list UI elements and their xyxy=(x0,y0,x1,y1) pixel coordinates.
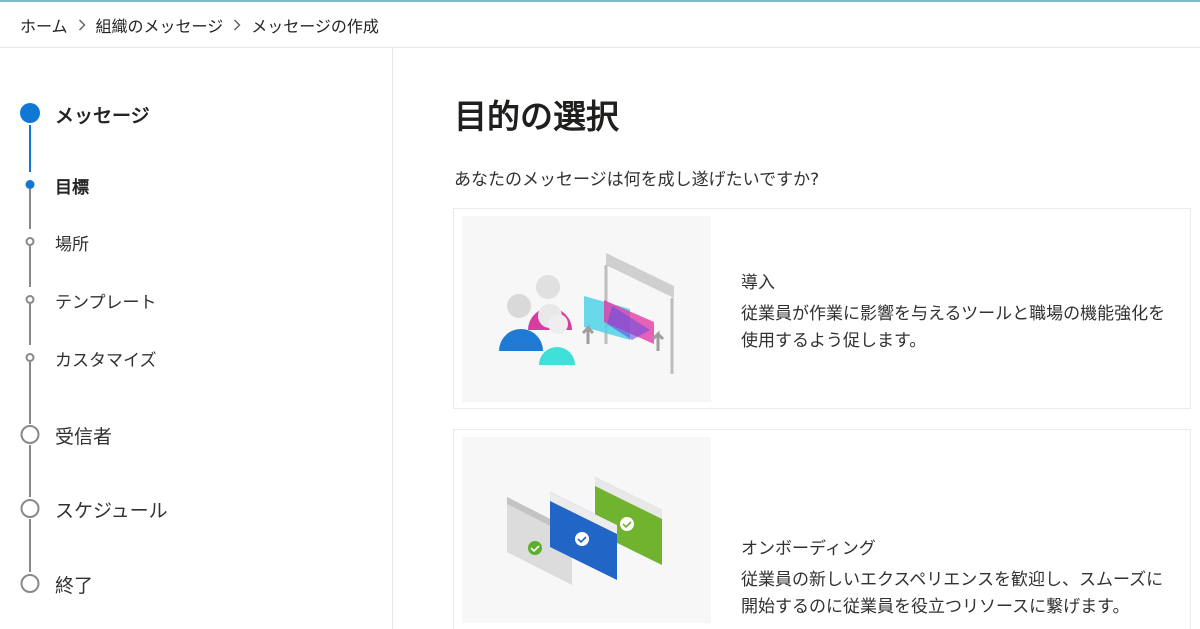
step-label: 終了 xyxy=(55,575,94,597)
breadcrumb-home[interactable]: ホーム xyxy=(20,13,68,37)
step-connector xyxy=(29,445,31,497)
step-connector xyxy=(29,304,31,345)
step-label: テンプレート xyxy=(55,293,157,313)
step-connector xyxy=(29,519,31,572)
step-connector xyxy=(29,246,31,287)
purpose-card-adoption[interactable]: 導入 従業員が作業に影響を与えるツールと職場の機能強化を使用するよう促します。 xyxy=(453,208,1191,409)
step-connector xyxy=(29,125,31,172)
step-label: メッセージ xyxy=(55,105,150,127)
page-title: 目的の選択 xyxy=(454,97,619,136)
chevron-right-icon xyxy=(78,19,86,31)
card-title: 導入 xyxy=(741,273,775,293)
step-label: カスタマイズ xyxy=(55,351,157,371)
step-indicator-icon xyxy=(25,352,35,362)
main-content: 目的の選択 あなたのメッセージは何を成し遂げたいですか? 導入 従業員が作業に影… xyxy=(394,48,1200,629)
step-label: 受信者 xyxy=(55,426,113,448)
step-connector xyxy=(29,362,31,424)
wizard-step-nav: メッセージ 目標 場所 テンプレート カスタマイズ 受信者 スケジュール 終了 xyxy=(0,48,393,629)
step-indicator-icon xyxy=(20,103,40,123)
step-label: スケジュール xyxy=(55,500,168,522)
card-title: オンボーディング xyxy=(741,539,876,559)
step-indicator-icon xyxy=(20,573,40,593)
step-indicator-icon xyxy=(20,498,40,518)
page-subtitle: あなたのメッセージは何を成し遂げたいですか? xyxy=(454,170,820,190)
adoption-illustration-icon xyxy=(462,216,711,402)
step-label: 目標 xyxy=(55,178,89,198)
breadcrumb-create-message: メッセージの作成 xyxy=(251,16,379,36)
card-description: 従業員が作業に影響を与えるツールと職場の機能強化を使用するよう促します。 xyxy=(741,304,1166,351)
onboarding-illustration-icon xyxy=(462,437,711,623)
breadcrumb-org-messages[interactable]: 組織のメッセージ xyxy=(96,13,224,37)
purpose-card-onboarding[interactable]: オンボーディング 従業員の新しいエクスペリエンスを歓迎し、スムーズに開始するのに… xyxy=(453,429,1191,629)
step-connector xyxy=(29,189,31,229)
step-indicator-icon xyxy=(25,179,35,189)
step-indicator-icon xyxy=(20,424,40,444)
card-description: 従業員の新しいエクスペリエンスを歓迎し、スムーズに開始するのに従業員を役立つリソ… xyxy=(741,570,1164,617)
step-indicator-icon xyxy=(25,294,35,304)
step-indicator-icon xyxy=(25,236,35,246)
chevron-right-icon xyxy=(233,19,241,31)
breadcrumb: ホーム 組織のメッセージ メッセージの作成 xyxy=(0,2,1200,48)
step-label: 場所 xyxy=(55,235,89,255)
